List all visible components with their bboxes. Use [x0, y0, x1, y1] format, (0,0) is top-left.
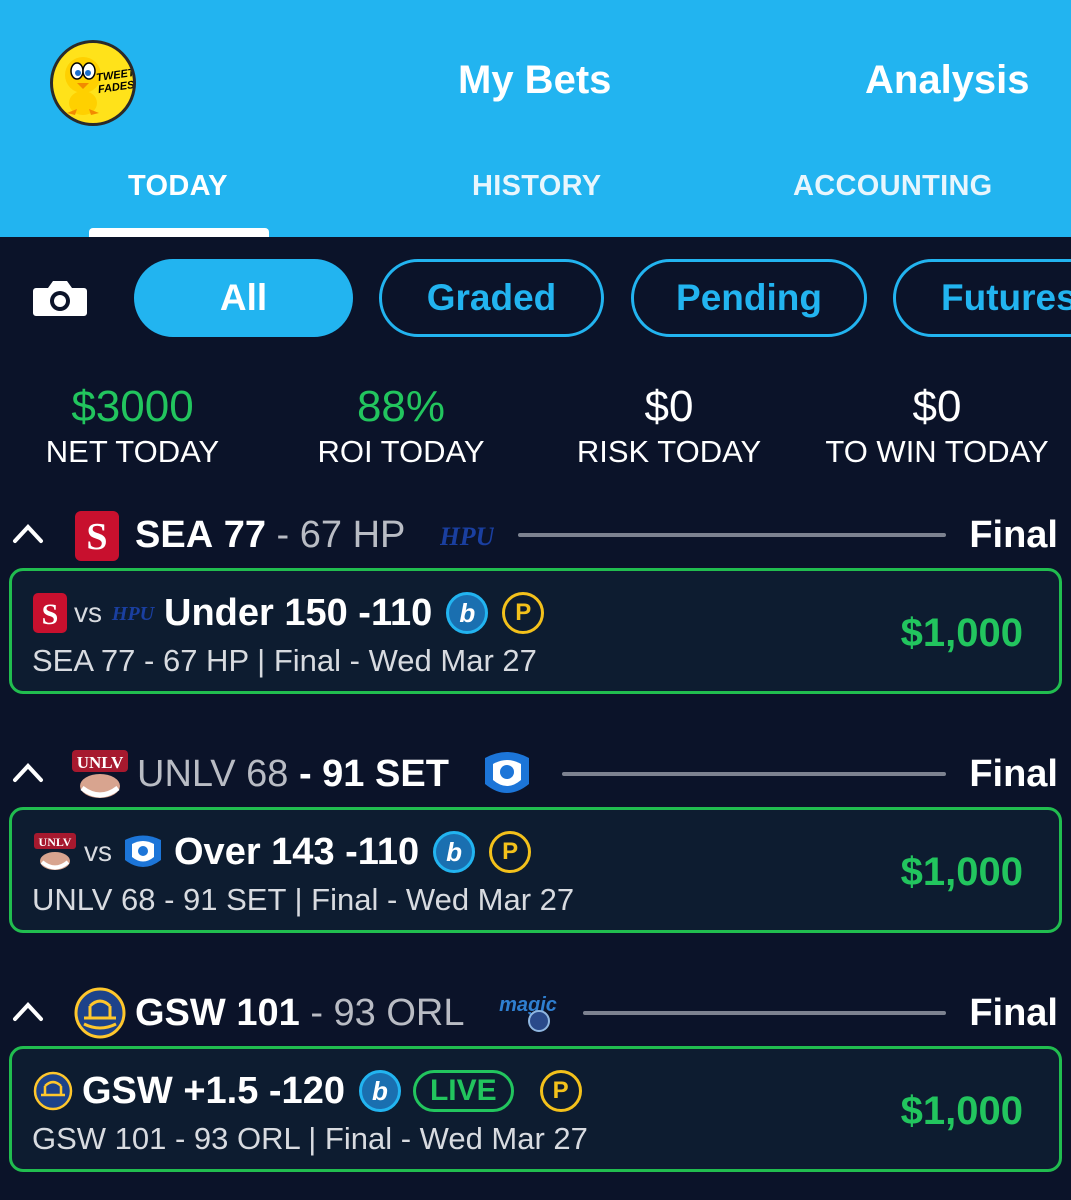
svg-text:UNLV: UNLV — [39, 835, 72, 849]
live-badge: LIVE — [412, 1070, 514, 1112]
tab-history[interactable]: HISTORY — [472, 170, 601, 203]
stat-label: RISK TODAY — [576, 434, 762, 469]
svg-text:S: S — [86, 516, 107, 558]
stat-value: $0 — [912, 382, 962, 431]
stat-label: TO WIN TODAY — [825, 434, 1049, 469]
game-status: Final — [969, 514, 1058, 556]
chevron-up-icon[interactable] — [12, 760, 44, 784]
camera-icon[interactable] — [32, 278, 88, 318]
stat-label: NET TODAY — [45, 434, 220, 469]
bet-line: GSW +1.5 -120 b LIVE P — [32, 1067, 582, 1115]
game-header-sea-hp[interactable]: S SEA 77 - 67 HP HPU Final — [0, 505, 1071, 565]
tab-today[interactable]: TODAY — [128, 170, 228, 203]
filter-all[interactable]: All — [134, 259, 353, 337]
svg-text:HPU: HPU — [111, 603, 156, 625]
warriors-logo-icon — [74, 987, 126, 1039]
filter-futures[interactable]: Futures — [893, 259, 1071, 337]
game-score-line: GSW 101 - 93 ORL — [135, 989, 465, 1037]
team1-score: 68 — [246, 753, 289, 795]
stat-label: ROI TODAY — [317, 434, 485, 469]
game-header-gsw-orl[interactable]: GSW 101 - 93 ORL magic Final — [0, 983, 1071, 1043]
avatar-label: TWEETY FADES — [95, 65, 136, 97]
high-point-logo-icon: HPU — [111, 603, 156, 625]
bet-amount: $1,000 — [900, 611, 1023, 655]
page-title: My Bets — [458, 58, 612, 102]
bet-amount: $1,000 — [900, 1089, 1023, 1133]
svg-text:magic: magic — [499, 994, 557, 1016]
game-status: Final — [969, 992, 1058, 1034]
magic-logo-icon: magic — [499, 994, 557, 1032]
stat-net-today: $3000 NET TODAY — [30, 382, 235, 472]
team1-name: UNLV — [137, 753, 236, 795]
seattle-u-logo-icon: S — [75, 511, 119, 561]
tab-accounting[interactable]: ACCOUNTING — [793, 170, 993, 203]
game-header-unlv-set[interactable]: UNLV UNLV 68 - 91 SET Final — [0, 744, 1071, 804]
vs-label: vs — [84, 836, 112, 867]
svg-text:S: S — [42, 598, 59, 631]
unlv-logo-icon: UNLV — [72, 750, 128, 798]
b-badge-icon: b — [358, 1070, 401, 1112]
game-score-line: SEA 77 - 67 HP — [135, 511, 405, 559]
team1-score: 101 — [236, 992, 300, 1034]
bet-amount: $1,000 — [900, 850, 1023, 894]
bet-card-sea-hp[interactable]: S vs HPU Under 150 -110 b P SEA 77 - 67 … — [9, 568, 1062, 694]
bet-title: Under 150 -110 — [164, 591, 433, 634]
seattle-u-logo-icon: S — [33, 593, 67, 633]
game-score-line: UNLV 68 - 91 SET — [137, 750, 449, 798]
p-badge-icon: P — [489, 831, 532, 873]
svg-text:HPU: HPU — [440, 522, 494, 551]
bet-title: GSW +1.5 -120 — [82, 1069, 345, 1112]
stat-value: $0 — [644, 382, 694, 431]
profile-avatar[interactable]: TWEETY FADES — [50, 40, 136, 126]
active-tab-indicator — [89, 228, 269, 237]
b-badge-icon: b — [433, 831, 476, 873]
team2-name: HP — [352, 514, 406, 556]
bet-card-unlv-set[interactable]: UNLV vs Over 143 -110 b P UNLV 68 - 91 S… — [9, 807, 1062, 933]
stat-to-win-today: $0 TO WIN TODAY — [808, 382, 1066, 472]
filter-graded[interactable]: Graded — [379, 259, 604, 337]
chevron-up-icon[interactable] — [12, 521, 44, 545]
score-separator: - — [276, 514, 290, 556]
bet-card-gsw-orl[interactable]: GSW +1.5 -120 b LIVE P GSW 101 - 93 ORL … — [9, 1046, 1062, 1172]
unlv-logo-icon: UNLV — [34, 833, 76, 870]
b-badge-icon: b — [446, 592, 489, 634]
divider-line — [518, 533, 946, 537]
bet-subtitle: SEA 77 - 67 HP | Final - Wed Mar 27 — [32, 643, 537, 678]
analysis-link[interactable]: Analysis — [865, 58, 1030, 103]
vs-label: vs — [74, 597, 102, 628]
team1-name: GSW — [135, 992, 226, 1034]
team2-name: ORL — [386, 992, 465, 1034]
divider-line — [562, 772, 946, 776]
bet-line: S vs HPU Under 150 -110 b P — [32, 589, 545, 637]
score-separator: - — [298, 753, 312, 795]
game-status: Final — [969, 753, 1058, 795]
score-separator: - — [310, 992, 323, 1034]
team2-score: 67 — [299, 514, 343, 556]
p-badge-icon: P — [502, 592, 545, 634]
team1-score: 77 — [223, 514, 266, 556]
stat-risk-today: $0 RISK TODAY — [560, 382, 778, 472]
team1-name: SEA — [135, 514, 214, 556]
bet-line: UNLV vs Over 143 -110 b P — [32, 828, 532, 876]
chevron-up-icon[interactable] — [12, 999, 44, 1023]
high-point-logo-icon: HPU — [440, 522, 494, 551]
stat-value: $3000 — [71, 382, 194, 431]
svg-text:UNLV: UNLV — [77, 753, 124, 772]
p-badge-icon: P — [539, 1070, 582, 1112]
seton-hall-logo-icon — [485, 752, 529, 793]
team2-score: 93 — [333, 992, 376, 1034]
filter-pending[interactable]: Pending — [631, 259, 867, 337]
bet-subtitle: GSW 101 - 93 ORL | Final - Wed Mar 27 — [32, 1121, 588, 1156]
seton-hall-logo-icon — [125, 835, 161, 867]
bet-title: Over 143 -110 — [174, 830, 420, 873]
divider-line — [583, 1011, 946, 1015]
warriors-logo-icon — [33, 1071, 73, 1111]
stat-roi-today: 88% ROI TODAY — [300, 382, 502, 472]
bet-subtitle: UNLV 68 - 91 SET | Final - Wed Mar 27 — [32, 882, 575, 917]
team2-score: 91 — [322, 753, 365, 795]
team2-name: SET — [375, 753, 449, 795]
top-header: TWEETY FADES My Bets Analysis TODAY HIST… — [0, 0, 1071, 237]
stat-value: 88% — [356, 382, 446, 431]
